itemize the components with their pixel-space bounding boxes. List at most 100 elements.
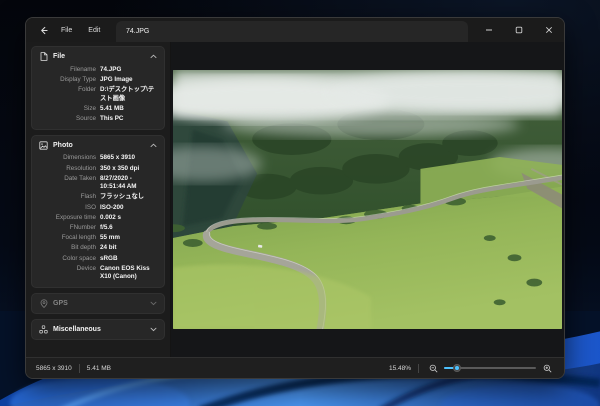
chevron-up-icon[interactable] <box>149 141 157 149</box>
metadata-value: D:\デスクトップ\テスト画像 <box>100 86 157 103</box>
metadata-value: Canon EOS Kiss X10 (Canon) <box>100 265 157 282</box>
metadata-value: 5865 x 3910 <box>100 154 157 163</box>
metadata-value: 5.41 MB <box>100 105 157 114</box>
metadata-label: Device <box>39 265 96 282</box>
arrow-left-icon <box>39 26 48 35</box>
metadata-row: FNumber f/5.6 <box>39 223 157 233</box>
photo-canvas[interactable] <box>171 42 564 357</box>
chevron-down-icon[interactable] <box>149 325 157 333</box>
metadata-label: Source <box>39 115 96 124</box>
metadata-value: 0.002 s <box>100 214 157 223</box>
metadata-label: Bit depth <box>39 244 96 253</box>
metadata-panel: File Filename 74.JPG Display Type JPG Imag… <box>26 42 171 357</box>
metadata-value: f/5.6 <box>100 224 157 233</box>
photo-image[interactable] <box>173 70 562 329</box>
section-title: Miscellaneous <box>53 326 149 333</box>
metadata-row: Bit depth 24 bit <box>39 244 157 254</box>
metadata-row: FolderD:\デスクトップ\テスト画像 <box>39 85 157 104</box>
metadata-label: ISO <box>39 204 96 213</box>
metadata-value: This PC <box>100 115 157 124</box>
zoom-percentage: 15.48% <box>389 365 411 372</box>
metadata-label: Folder <box>39 86 96 103</box>
section-title: Photo <box>53 142 149 149</box>
status-filesize: 5.41 MB <box>87 365 111 372</box>
metadata-value: 8/27/2020 - 10:51:44 AM <box>100 175 157 192</box>
metadata-row: Color space sRGB <box>39 254 157 264</box>
metadata-value: sRGB <box>100 255 157 264</box>
metadata-value: フラッシュなし <box>100 193 157 202</box>
section-title: GPS <box>53 300 149 307</box>
metadata-row: DeviceCanon EOS Kiss X10 (Canon) <box>39 264 157 283</box>
location-pin-icon <box>39 299 48 308</box>
section-file-header[interactable]: File <box>32 49 164 64</box>
metadata-row: Display Type JPG Image <box>39 75 157 85</box>
metadata-label: Dimensions <box>39 154 96 163</box>
close-icon <box>545 26 553 34</box>
metadata-row: Dimensions 5865 x 3910 <box>39 154 157 164</box>
metadata-value: 24 bit <box>100 244 157 253</box>
menu-file[interactable]: File <box>54 23 79 38</box>
section-photo-rows: Dimensions 5865 x 3910 Resolution 350 x 35… <box>32 153 164 283</box>
metadata-label: Flash <box>39 193 96 202</box>
metadata-value: JPG Image <box>100 76 157 85</box>
metadata-value: 74.JPG <box>100 66 157 75</box>
zoom-in-icon <box>543 364 552 373</box>
chevron-up-icon[interactable] <box>149 53 157 61</box>
metadata-row: Filename 74.JPG <box>39 65 157 75</box>
photo-icon <box>39 141 48 150</box>
zoom-controls: 15.48% <box>389 361 554 375</box>
metadata-row: Source This PC <box>39 114 157 124</box>
maximize-button[interactable] <box>504 18 534 42</box>
statusbar-divider <box>79 364 80 373</box>
minimize-icon <box>485 26 493 34</box>
menu-edit[interactable]: Edit <box>81 23 107 38</box>
zoom-slider[interactable] <box>444 361 536 375</box>
status-dimensions: 5865 x 3910 <box>36 365 72 372</box>
categories-icon <box>39 325 48 334</box>
metadata-value: 350 x 350 dpi <box>100 165 157 174</box>
section-file-rows: Filename 74.JPG Display Type JPG Image Fol… <box>32 64 164 125</box>
zoom-slider-thumb[interactable] <box>453 364 461 372</box>
metadata-row: Exposure time 0.002 s <box>39 213 157 223</box>
window-controls <box>474 18 564 42</box>
tab-title: 74.JPG <box>126 28 149 35</box>
section-photo-header[interactable]: Photo <box>32 138 164 153</box>
metadata-row: Date Taken8/27/2020 - 10:51:44 AM <box>39 174 157 193</box>
titlebar: File Edit View 74.JPG <box>26 18 564 42</box>
metadata-value: ISO-200 <box>100 204 157 213</box>
back-button[interactable] <box>34 21 52 39</box>
chevron-down-icon[interactable] <box>149 299 157 307</box>
metadata-label: Display Type <box>39 76 96 85</box>
statusbar: 5865 x 3910 5.41 MB 15.48% <box>26 357 564 378</box>
main-content: File Filename 74.JPG Display Type JPG Imag… <box>26 42 564 357</box>
section-miscellaneous: Miscellaneous <box>31 319 165 340</box>
statusbar-divider <box>418 364 419 373</box>
zoom-in-button[interactable] <box>540 361 554 375</box>
section-miscellaneous-header[interactable]: Miscellaneous <box>32 322 164 337</box>
section-gps-header[interactable]: GPS <box>32 296 164 311</box>
metadata-row: Focal length 55 mm <box>39 233 157 243</box>
photos-app-window: File Edit View 74.JPG <box>25 17 565 379</box>
metadata-label: Date Taken <box>39 175 96 192</box>
tab-74jpg[interactable]: 74.JPG <box>116 21 468 42</box>
metadata-label: Color space <box>39 255 96 264</box>
minimize-button[interactable] <box>474 18 504 42</box>
metadata-value: 55 mm <box>100 234 157 243</box>
metadata-row: Flash フラッシュなし <box>39 193 157 203</box>
metadata-label: Focal length <box>39 234 96 243</box>
section-title: File <box>53 53 149 60</box>
metadata-row: Size 5.41 MB <box>39 104 157 114</box>
section-photo: Photo Dimensions 5865 x 3910 Resolution 35… <box>31 135 165 288</box>
zoom-out-icon <box>429 364 438 373</box>
metadata-label: Exposure time <box>39 214 96 223</box>
section-file: File Filename 74.JPG Display Type JPG Imag… <box>31 46 165 130</box>
zoom-out-button[interactable] <box>426 361 440 375</box>
metadata-row: ISO ISO-200 <box>39 203 157 213</box>
metadata-label: Resolution <box>39 165 96 174</box>
metadata-label: Filename <box>39 66 96 75</box>
close-button[interactable] <box>534 18 564 42</box>
metadata-label: FNumber <box>39 224 96 233</box>
metadata-label: Size <box>39 105 96 114</box>
document-icon <box>39 52 48 61</box>
section-gps: GPS <box>31 293 165 314</box>
